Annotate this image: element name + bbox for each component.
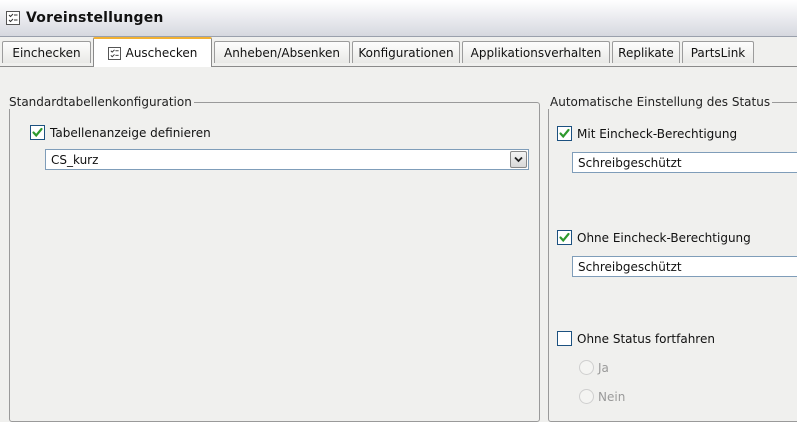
- tab-replikate[interactable]: Replikate: [612, 41, 680, 63]
- tab-content-auschecken: Standardtabellenkonfiguration Tabellenan…: [0, 66, 797, 422]
- combo-dropdown-button[interactable]: [510, 151, 527, 168]
- with-permission-status-field[interactable]: Schreibgeschützt: [572, 152, 797, 173]
- define-table-display-checkbox[interactable]: [30, 125, 45, 140]
- tab-bar: Einchecken Auschecken Anheben/Absenken K…: [0, 37, 797, 67]
- tab-label: Applikationsverhalten: [470, 45, 602, 60]
- title-bar: Voreinstellungen: [0, 0, 797, 37]
- tab-applikationsverhalten[interactable]: Applikationsverhalten: [462, 41, 610, 63]
- standard-table-config-group: Standardtabellenkonfiguration Tabellenan…: [7, 95, 540, 422]
- with-permission-label: Mit Eincheck-Berechtigung: [577, 126, 738, 141]
- auto-status-group: Automatische Einstellung des Status Mit …: [548, 95, 797, 422]
- tab-label: Anheben/Absenken: [223, 45, 341, 60]
- field-value: Schreibgeschützt: [578, 155, 682, 170]
- window-title: Voreinstellungen: [26, 10, 164, 26]
- tab-label: Auschecken: [125, 46, 198, 60]
- tab-auschecken[interactable]: Auschecken: [93, 37, 212, 67]
- chevron-down-icon: [514, 156, 523, 163]
- no-status-checkbox[interactable]: [557, 331, 572, 346]
- tab-partslink[interactable]: PartsLink: [682, 41, 754, 63]
- radio-no[interactable]: [579, 389, 594, 404]
- tab-label: PartsLink: [690, 45, 746, 60]
- radio-no-label: Nein: [598, 389, 626, 404]
- without-permission-status-field[interactable]: Schreibgeschützt: [572, 256, 797, 277]
- define-table-display-row: Tabellenanzeige definieren: [30, 125, 211, 140]
- checklist-icon: [107, 46, 121, 60]
- field-value: Schreibgeschützt: [578, 259, 682, 274]
- radio-yes-label: Ja: [598, 360, 609, 375]
- combo-value: CS_kurz: [51, 152, 99, 167]
- without-permission-row: Ohne Eincheck-Berechtigung: [557, 230, 751, 245]
- with-permission-row: Mit Eincheck-Berechtigung: [557, 126, 737, 141]
- no-status-row: Ohne Status fortfahren: [557, 331, 715, 346]
- no-status-label: Ohne Status fortfahren: [577, 331, 715, 346]
- tab-anheben-absenken[interactable]: Anheben/Absenken: [214, 41, 350, 63]
- tab-label: Konfigurationen: [358, 45, 454, 60]
- radio-no-row: Nein: [579, 389, 625, 404]
- tab-label: Replikate: [618, 45, 674, 60]
- without-permission-checkbox[interactable]: [557, 230, 572, 245]
- tab-label: Einchecken: [12, 45, 81, 60]
- radio-yes-row: Ja: [579, 360, 609, 375]
- without-permission-label: Ohne Eincheck-Berechtigung: [577, 230, 751, 245]
- table-config-combo[interactable]: CS_kurz: [45, 149, 529, 170]
- group-title: Automatische Einstellung des Status: [548, 95, 773, 109]
- radio-yes[interactable]: [579, 360, 594, 375]
- with-permission-checkbox[interactable]: [557, 126, 572, 141]
- tab-einchecken[interactable]: Einchecken: [2, 41, 91, 63]
- tab-konfigurationen[interactable]: Konfigurationen: [352, 41, 460, 63]
- preferences-checklist-icon: [6, 11, 20, 25]
- define-table-display-label: Tabellenanzeige definieren: [50, 125, 211, 140]
- group-title: Standardtabellenkonfiguration: [7, 95, 194, 109]
